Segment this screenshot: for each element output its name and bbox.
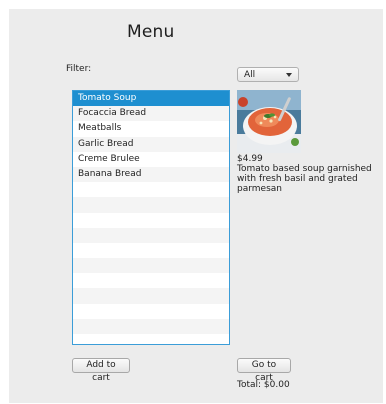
list-item-empty — [73, 258, 229, 274]
item-price: $4.99 — [237, 154, 263, 164]
item-description: Tomato based soup garnished with fresh b… — [237, 164, 372, 194]
list-item-empty — [73, 334, 229, 344]
tomato-soup-photo-icon — [237, 90, 301, 153]
list-item-empty — [73, 304, 229, 319]
filter-dropdown[interactable]: All — [237, 67, 299, 82]
list-item[interactable]: Creme Brulee — [73, 152, 229, 167]
list-item-empty — [73, 288, 229, 304]
go-to-cart-button[interactable]: Go to cart — [237, 358, 291, 383]
filter-selected-value: All — [244, 70, 256, 80]
list-item[interactable]: Focaccia Bread — [73, 106, 229, 122]
add-to-cart-button[interactable]: Add to cart — [72, 358, 130, 383]
cart-total: Total: $0.00 — [237, 380, 290, 390]
item-image — [237, 90, 301, 153]
list-item[interactable]: Tomato Soup — [73, 91, 229, 107]
app-window: Menu Filter: All Tomato Soup Focaccia Bre… — [9, 9, 383, 403]
list-item-empty — [73, 243, 229, 258]
filter-label: Filter: — [66, 64, 92, 74]
list-item-empty — [73, 227, 229, 243]
list-item-empty — [73, 273, 229, 288]
list-item[interactable]: Meatballs — [73, 121, 229, 136]
list-item[interactable]: Garlic Bread — [73, 136, 229, 152]
menu-list[interactable]: Tomato Soup Focaccia Bread Meatballs Garlic… — [72, 90, 230, 345]
list-item-empty — [73, 182, 229, 197]
page-title: Menu — [127, 22, 175, 42]
list-item-empty — [73, 197, 229, 213]
list-item[interactable]: Banana Bread — [73, 166, 229, 183]
list-item-empty — [73, 318, 229, 334]
chevron-down-icon — [286, 73, 292, 77]
list-item-empty — [73, 213, 229, 228]
